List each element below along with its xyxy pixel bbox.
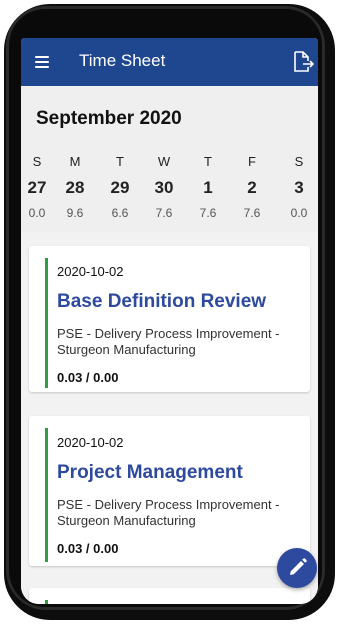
day-hours: 0.0 (28, 206, 46, 220)
day-hours: 7.6 (155, 206, 173, 220)
entry-description: PSE - Delivery Process Improvement - Stu… (57, 497, 280, 528)
day-date[interactable]: 30 (149, 178, 179, 198)
weekday-label: T (116, 154, 124, 169)
export-icon[interactable] (290, 50, 315, 74)
timesheet-entry-card[interactable]: 2020-10-02 Project Management PSE - Deli… (29, 416, 310, 566)
app-title: Time Sheet (79, 51, 166, 70)
entry-hours: 0.03 / 0.00 (57, 541, 119, 556)
day-hours: 7.6 (243, 206, 261, 220)
entry-title: Project Management (57, 462, 243, 483)
entry-list: 2020-10-02 Base Definition Review PSE - … (21, 232, 318, 604)
status-bar (45, 428, 48, 562)
weekday-label: S (32, 154, 42, 169)
weekday-label: F (248, 154, 256, 169)
entry-title: Base Definition Review (57, 291, 267, 312)
day-date[interactable]: 1 (193, 178, 223, 198)
day-hours: 7.6 (199, 206, 217, 220)
week-calendar: September 2020 S M T W T F S 27 28 29 30… (21, 86, 318, 232)
entry-hours: 0.03 / 0.00 (57, 370, 119, 385)
weekday-label: T (204, 154, 212, 169)
day-hours: 0.0 (290, 206, 308, 220)
day-hours: 9.6 (66, 206, 84, 220)
weekday-label: S (294, 154, 304, 169)
weekday-label: M (69, 154, 81, 169)
timesheet-entry-card[interactable] (29, 588, 310, 604)
entry-date: 2020-10-02 (57, 264, 124, 279)
weekday-label: W (157, 154, 171, 169)
menu-icon[interactable] (35, 52, 55, 72)
entry-date: 2020-10-02 (57, 435, 124, 450)
timesheet-entry-card[interactable]: 2020-10-02 Base Definition Review PSE - … (29, 246, 310, 392)
day-date[interactable]: 3 (284, 178, 314, 198)
entry-description: PSE - Delivery Process Improvement - Stu… (57, 326, 280, 357)
day-date[interactable]: 2 (237, 178, 267, 198)
edit-button[interactable] (277, 548, 317, 588)
status-bar (45, 600, 48, 604)
edit-pencil-icon (290, 558, 307, 575)
day-date[interactable]: 29 (105, 178, 135, 198)
day-date[interactable]: 28 (60, 178, 90, 198)
app-screen: Time Sheet September 2020 S M T W T F S … (21, 38, 318, 604)
month-label: September 2020 (36, 108, 182, 129)
day-date[interactable]: 27 (22, 178, 52, 198)
app-bar: Time Sheet (21, 38, 318, 86)
day-hours: 6.6 (111, 206, 129, 220)
status-bar (45, 258, 48, 388)
